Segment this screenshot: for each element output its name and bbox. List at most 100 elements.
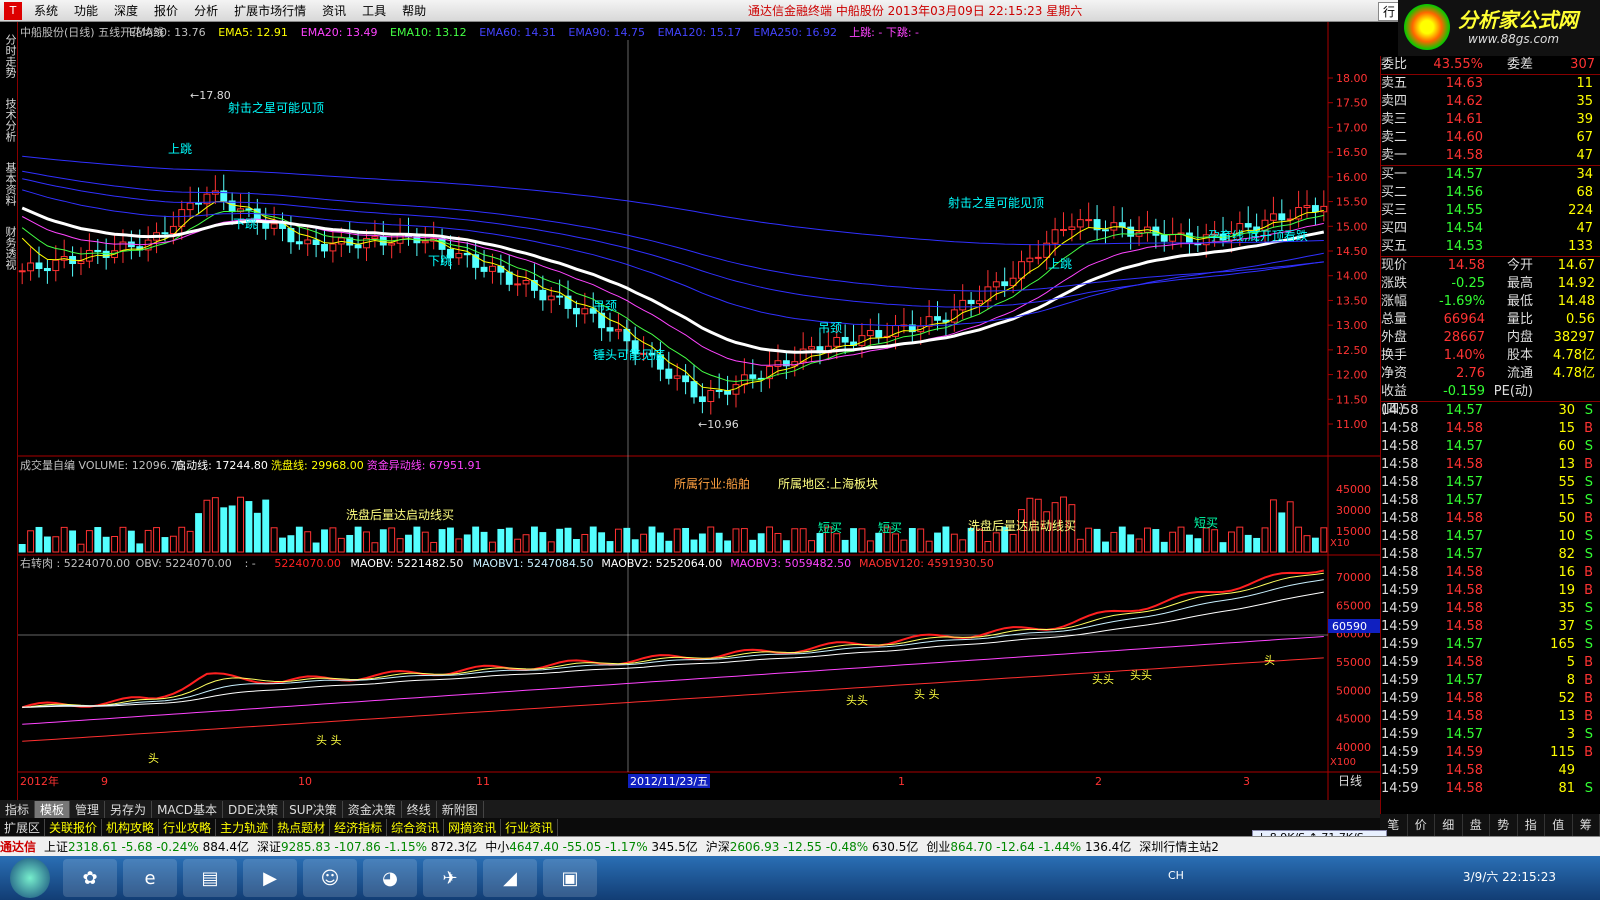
info-tab-8[interactable]: 网摘资讯 xyxy=(444,818,502,836)
index-2[interactable]: 中小4647.40 -55.05 -1.17% 345.5亿 xyxy=(485,838,698,855)
period-label[interactable]: 日线 xyxy=(1338,774,1362,788)
quote-tab-1[interactable]: 价 xyxy=(1408,814,1435,836)
menu-item-1[interactable]: 功能 xyxy=(66,2,106,19)
indicator-tab-0[interactable]: 指标 xyxy=(0,800,36,818)
info-tab-6[interactable]: 经济指标 xyxy=(330,818,388,836)
main-header-item-7: EMA120: 15.17 xyxy=(658,26,742,39)
volume-bar xyxy=(363,531,370,553)
quote-tab-2[interactable]: 细 xyxy=(1435,814,1463,836)
quote-tab-6[interactable]: 值 xyxy=(1545,814,1573,836)
volume-bar xyxy=(463,534,471,553)
menu-item-3[interactable]: 报价 xyxy=(146,2,186,19)
quote-tab-3[interactable]: 盘 xyxy=(1463,814,1490,836)
tick-side: B xyxy=(1584,691,1593,706)
y-tick-label: 11.00 xyxy=(1336,418,1368,431)
menu-item-7[interactable]: 工具 xyxy=(354,2,394,19)
indicator-tab-8[interactable]: 终线 xyxy=(402,800,437,818)
head-signal-label: 头头 xyxy=(1092,673,1114,686)
menu-item-5[interactable]: 扩展市场行情 xyxy=(226,2,314,19)
tick-price: 14.58 xyxy=(1445,421,1483,436)
quote-tab-5[interactable]: 指 xyxy=(1518,814,1545,836)
info-tab-7[interactable]: 综合资讯 xyxy=(387,818,445,836)
info-tab-2[interactable]: 机构攻略 xyxy=(102,818,160,836)
media-icon[interactable]: ▶ xyxy=(243,859,297,897)
indicator-tab-1[interactable]: 模板 xyxy=(35,800,71,818)
info-tab-9[interactable]: 行业资讯 xyxy=(501,818,559,836)
index-3[interactable]: 沪深2606.93 -12.55 -0.48% 630.5亿 xyxy=(706,838,919,855)
volume-bar xyxy=(480,531,488,553)
candle-body xyxy=(102,250,110,258)
qq-icon[interactable]: ◕ xyxy=(363,859,417,897)
menu-item-2[interactable]: 深度 xyxy=(106,2,146,19)
tick-time: 14:58 xyxy=(1381,475,1419,490)
candle-body xyxy=(455,252,463,259)
tick-time: 14:59 xyxy=(1381,637,1419,652)
chart-svg[interactable]: 中船股份(日线) 五线开花均线EMA30: 13.76 EMA5: 12.91 EM… xyxy=(18,22,1380,800)
info-tab-5[interactable]: 热点题材 xyxy=(273,818,331,836)
stat-label: 今开 xyxy=(1506,258,1533,273)
y-tick-label: 15.50 xyxy=(1336,196,1368,209)
ime-indicator[interactable]: CH xyxy=(1168,869,1184,882)
quote-row: 卖一 14.58 47 xyxy=(1381,147,1600,165)
menu-item-8[interactable]: 帮助 xyxy=(394,2,434,19)
start-button[interactable] xyxy=(10,858,50,898)
index-4[interactable]: 创业864.70 -12.64 -1.44% 136.4亿 xyxy=(926,838,1131,855)
volume-annotation: 短买 xyxy=(878,521,902,535)
volume-bar xyxy=(1278,512,1286,553)
index-change: -12.55 xyxy=(783,840,826,854)
stat-value: -1.69% xyxy=(1439,294,1485,309)
stat-label: 股本 xyxy=(1506,348,1533,363)
indicator-tab-7[interactable]: 资金决策 xyxy=(343,800,402,818)
indicator-tab-4[interactable]: MACD基本 xyxy=(152,800,224,818)
volume-bar xyxy=(917,528,925,553)
info-tab-1[interactable]: 关联报价 xyxy=(45,818,103,836)
quote-row: 14:58 14.57 55 S xyxy=(1381,474,1600,492)
taskbar-app-icon[interactable]: ✿ xyxy=(63,859,117,897)
info-tab-3[interactable]: 行业攻略 xyxy=(159,818,217,836)
left-tab-2[interactable]: 基本资料 xyxy=(0,154,18,214)
info-tab-0[interactable]: 扩展区 xyxy=(0,818,46,836)
index-name: 中小 xyxy=(485,840,510,854)
quote-tab-7[interactable]: 筹 xyxy=(1573,814,1600,836)
candle-body xyxy=(749,374,757,379)
index-name: 深证 xyxy=(256,840,281,854)
left-tab-3[interactable]: 财务透视 xyxy=(0,218,18,278)
chart-area[interactable]: 中船股份(日线) 五线开花均线 EMA30: 13.76 EMA5: 12.91 EM… xyxy=(18,22,1380,800)
indicator-tab-9[interactable]: 新附图 xyxy=(437,800,484,818)
tdx-icon[interactable]: ◢ xyxy=(483,859,537,897)
head-signal-label: 头 头 xyxy=(914,688,940,701)
candle-body xyxy=(354,244,362,249)
menu-item-0[interactable]: 系统 xyxy=(26,2,66,19)
clock[interactable]: 3/9/六 22:15:23 xyxy=(1463,868,1556,885)
left-tab-1[interactable]: 技术分析 xyxy=(0,90,18,150)
quote-tab[interactable]: 行 xyxy=(1378,2,1401,21)
candle-body xyxy=(572,307,580,315)
volume-bar xyxy=(749,539,757,553)
quote-tab-4[interactable]: 势 xyxy=(1490,814,1518,836)
stat-label: 流通 xyxy=(1506,366,1533,381)
volume-bar xyxy=(589,526,597,553)
indicator-tab-2[interactable]: 管理 xyxy=(70,800,106,818)
pattern-annotation: 吊颈 xyxy=(593,299,617,313)
volume-bar xyxy=(354,526,362,553)
menu-item-4[interactable]: 分析 xyxy=(186,2,226,19)
index-0[interactable]: 上证2318.61 -5.68 -0.24% 884.4亿 xyxy=(44,838,249,855)
chat-icon[interactable]: ☺ xyxy=(303,859,357,897)
stock-app-icon[interactable]: ✈ xyxy=(423,859,477,897)
volume-bar xyxy=(85,530,93,553)
left-tab-0[interactable]: 分时走势 xyxy=(0,26,18,86)
indicator-tab-6[interactable]: SUP决策 xyxy=(284,800,343,818)
index-1[interactable]: 深证9285.83 -107.86 -1.15% 872.3亿 xyxy=(257,838,477,855)
quote-row: 14:59 14.58 35 S xyxy=(1381,600,1600,618)
index-change: -12.64 xyxy=(996,840,1039,854)
tick-time: 14:59 xyxy=(1381,745,1419,760)
stat-value: 2.76 xyxy=(1456,366,1485,381)
info-tab-4[interactable]: 主力轨迹 xyxy=(216,818,274,836)
volume-bar xyxy=(413,526,421,553)
window-icon[interactable]: ▣ xyxy=(543,859,597,897)
browser-icon[interactable]: e xyxy=(123,859,177,897)
folder-icon[interactable]: ▤ xyxy=(183,859,237,897)
indicator-tab-3[interactable]: 另存为 xyxy=(105,800,153,818)
indicator-tab-5[interactable]: DDE决策 xyxy=(223,800,285,818)
menu-item-6[interactable]: 资讯 xyxy=(314,2,354,19)
